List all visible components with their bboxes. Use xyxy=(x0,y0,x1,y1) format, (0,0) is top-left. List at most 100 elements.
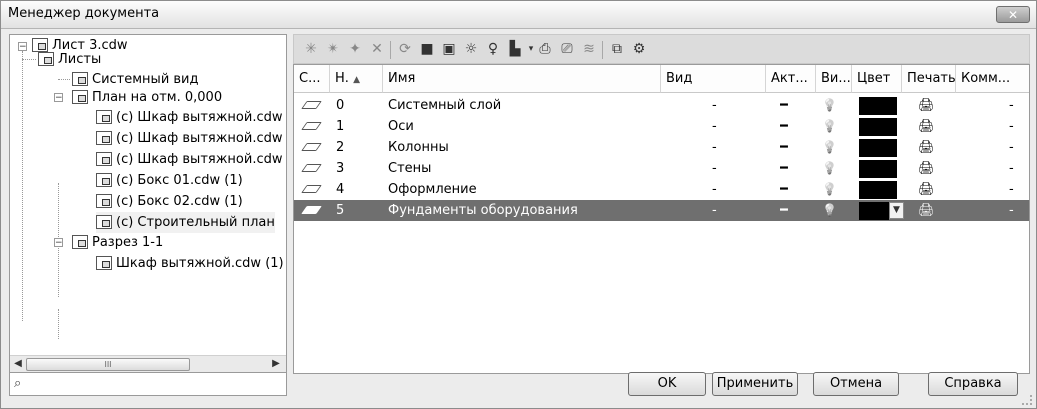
document-tree[interactable]: − Лист 3.cdw Листы Системный вид − План … xyxy=(9,34,287,374)
column-header-name[interactable]: Имя xyxy=(383,65,661,93)
table-row[interactable]: 2 Колонны - ━ 💡 🖨 - xyxy=(294,137,1029,158)
lock-icon[interactable]: ■ xyxy=(418,41,436,58)
color-swatch[interactable] xyxy=(859,118,897,136)
tree-item-plan-view[interactable]: План на отм. 0,000 xyxy=(72,87,222,108)
layers-toolbar: ✳ ✴ ✦ ✕ ⟳ ■ ▣ ☼ ♀ ▙ ▾ ⎙ ⎚ ≋ ⧉ ⚙ xyxy=(293,34,1030,64)
layer-name[interactable]: Стены xyxy=(388,158,658,179)
tree-item-fragment[interactable]: (с) Бокс 02.cdw (1) xyxy=(96,191,243,212)
cancel-button[interactable]: Отмена xyxy=(813,372,899,396)
apply-button[interactable]: Применить xyxy=(712,372,798,396)
color-swatch[interactable] xyxy=(859,202,889,220)
table-row[interactable]: 5 Фундаменты оборудования - ━ 💡 ▼ 🖨 - xyxy=(294,200,1029,221)
color-swatch[interactable] xyxy=(859,97,897,115)
column-header-comment[interactable]: Комм... xyxy=(956,65,1029,93)
column-header-color[interactable]: Цвет xyxy=(852,65,902,93)
tree-item-fragment[interactable]: (с) Шкаф вытяжной.cdw xyxy=(96,128,283,149)
layer-name[interactable]: Оформление xyxy=(388,179,658,200)
scroll-right-icon[interactable]: ▶ xyxy=(270,358,282,370)
print-icon[interactable]: 🖨 xyxy=(918,179,935,200)
column-header-visible[interactable]: Ви... xyxy=(816,65,852,93)
active-marker[interactable]: ━ xyxy=(780,179,788,200)
print-icon[interactable]: 🖨 xyxy=(918,158,935,179)
toolbar-separator xyxy=(390,41,391,59)
tree-item-fragment[interactable]: (с) Шкаф вытяжной.cdw xyxy=(96,149,283,170)
tree-item-fragment[interactable]: (с) Шкаф вытяжной.cdw xyxy=(96,107,283,128)
layer-icon[interactable] xyxy=(301,143,322,151)
color-swatch[interactable] xyxy=(859,139,897,157)
unlock-icon[interactable]: ▣ xyxy=(440,41,458,58)
print-icon[interactable]: 🖨 xyxy=(918,95,935,116)
active-marker[interactable]: ━ xyxy=(780,137,788,158)
print-icon[interactable]: 🖨 xyxy=(918,137,935,158)
column-header-print[interactable]: Печать xyxy=(902,65,956,93)
column-header-number[interactable]: Н. ▲ xyxy=(330,65,383,93)
active-marker[interactable]: ━ xyxy=(780,200,788,221)
tree-item-fragment[interactable]: (с) Строительный план xyxy=(96,212,275,233)
layer-icon[interactable] xyxy=(301,101,322,109)
collapse-toggle[interactable]: − xyxy=(54,238,63,248)
tree-item-sheets[interactable]: Листы xyxy=(38,49,101,70)
table-row[interactable]: 0 Системный слой - ━ 💡 🖨 - xyxy=(294,95,1029,116)
layer-name[interactable]: Системный слой xyxy=(388,95,658,116)
copy-layer-icon[interactable]: ⧉ xyxy=(608,41,626,58)
collapse-toggle[interactable]: − xyxy=(18,42,27,52)
print-off-icon[interactable]: ⎚ xyxy=(558,41,576,58)
tree-item-section-view[interactable]: Разрез 1-1 xyxy=(72,232,163,253)
active-marker[interactable]: ━ xyxy=(780,95,788,116)
new-layer-group-icon[interactable]: ✴ xyxy=(324,41,342,58)
table-row[interactable]: 4 Оформление - ━ 💡 🖨 - xyxy=(294,179,1029,200)
table-row[interactable]: 3 Стены - ━ 💡 🖨 - xyxy=(294,158,1029,179)
close-button[interactable]: ✕ xyxy=(996,6,1030,23)
tree-guide-line xyxy=(58,79,70,80)
table-row[interactable]: 1 Оси - ━ 💡 🖨 - xyxy=(294,116,1029,137)
layer-name[interactable]: Оси xyxy=(388,116,658,137)
print-icon[interactable]: ⎙ xyxy=(536,41,554,58)
layer-number: 1 xyxy=(336,119,345,134)
layer-view: - xyxy=(712,119,717,134)
layer-name[interactable]: Колонны xyxy=(388,137,658,158)
active-marker[interactable]: ━ xyxy=(780,116,788,137)
print-icon[interactable]: 🖨 xyxy=(918,116,935,137)
column-header-active[interactable]: Акт... xyxy=(766,65,816,93)
color-swatch[interactable] xyxy=(859,160,897,178)
layer-icon[interactable] xyxy=(301,185,322,193)
layer-number: 5 xyxy=(336,203,345,218)
tree-item-fragment[interactable]: Шкаф вытяжной.cdw (1) xyxy=(96,253,284,274)
layers-table[interactable]: С... Н. ▲ Имя Вид Акт... Ви... Цвет Печа… xyxy=(293,64,1030,374)
scroll-left-icon[interactable]: ◀ xyxy=(12,358,24,370)
delete-icon[interactable]: ✕ xyxy=(368,41,386,58)
ok-button[interactable]: OK xyxy=(628,372,706,396)
layer-icon[interactable] xyxy=(301,164,322,172)
layer-icon[interactable] xyxy=(301,122,322,130)
horizontal-scrollbar[interactable]: ◀ III ▶ xyxy=(10,355,286,373)
print-icon[interactable]: 🖨 xyxy=(918,200,935,221)
resize-grip[interactable] xyxy=(1022,395,1032,405)
color-swatch[interactable] xyxy=(859,181,897,199)
clear-layer-icon[interactable]: ✦ xyxy=(346,41,364,58)
visibility-bulb-icon[interactable]: 💡 xyxy=(822,116,837,137)
new-layer-icon[interactable]: ✳ xyxy=(302,41,320,58)
chevron-down-icon[interactable]: ▼ xyxy=(889,202,904,219)
visibility-bulb-icon[interactable]: 💡 xyxy=(822,200,837,221)
tree-item-fragment[interactable]: (с) Бокс 01.cdw (1) xyxy=(96,170,243,191)
help-button[interactable]: Справка xyxy=(928,372,1018,396)
column-header-state[interactable]: С... xyxy=(294,65,330,93)
layer-icon[interactable] xyxy=(301,206,322,214)
visibility-bulb-icon[interactable]: 💡 xyxy=(822,137,837,158)
visibility-bulb-icon[interactable]: 💡 xyxy=(822,179,837,200)
active-marker[interactable]: ━ xyxy=(780,158,788,179)
visibility-bulb-icon[interactable]: 💡 xyxy=(822,95,837,116)
refresh-icon[interactable]: ⟳ xyxy=(396,41,414,58)
layer-comment: - xyxy=(1009,203,1014,218)
collapse-toggle[interactable]: − xyxy=(54,93,63,103)
view-icon xyxy=(72,90,88,104)
layer-name[interactable]: Фундаменты оборудования xyxy=(388,200,658,221)
search-field[interactable]: ⌕ xyxy=(9,372,287,396)
bulb-off-icon[interactable]: ♀ xyxy=(484,41,502,58)
filter-icon[interactable]: ⚙ xyxy=(630,41,648,58)
visibility-bulb-icon[interactable]: 💡 xyxy=(822,158,837,179)
layer-props-icon[interactable]: ≋ xyxy=(580,41,598,58)
bulb-on-icon[interactable]: ☼ xyxy=(462,41,480,58)
column-header-view[interactable]: Вид xyxy=(661,65,766,93)
scrollbar-thumb[interactable]: III xyxy=(26,358,190,371)
